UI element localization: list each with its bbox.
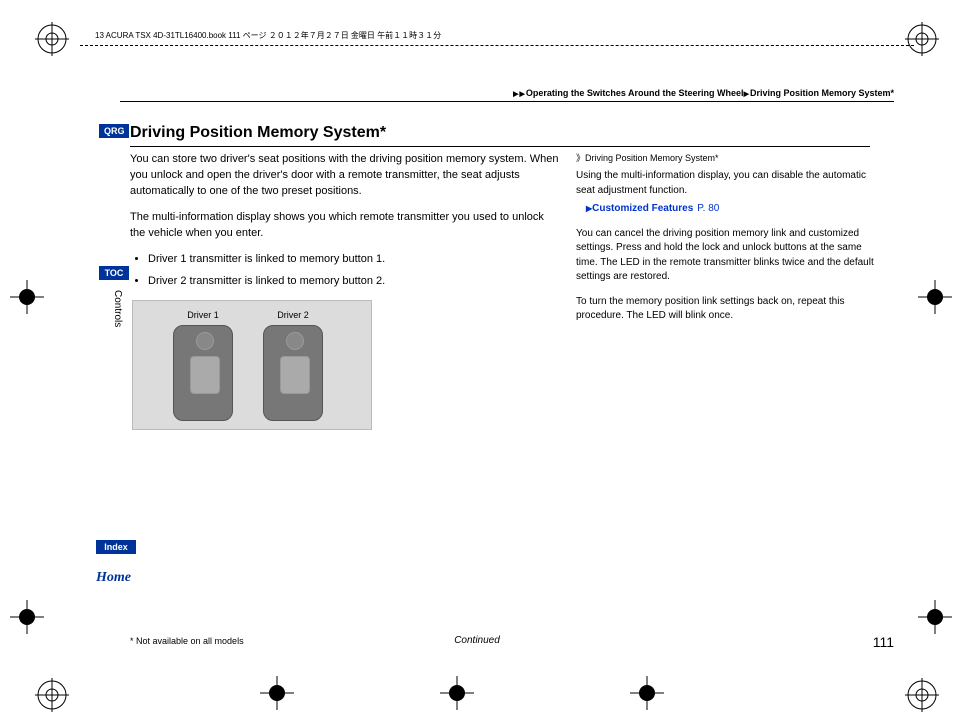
index-tab[interactable]: Index — [96, 540, 136, 554]
home-link[interactable]: Home — [96, 570, 131, 586]
key-fob-illustration: Driver 1 Driver 2 — [132, 300, 372, 430]
crop-mark-icon — [10, 600, 44, 634]
list-item: Driver 2 transmitter is linked to memory… — [148, 274, 560, 290]
reg-mark-icon — [35, 22, 69, 56]
reg-mark-icon — [35, 678, 69, 712]
link-page-ref: P. 80 — [697, 203, 719, 214]
sidebar-heading: Driving Position Memory System* — [576, 152, 876, 165]
key-fob-icon — [173, 325, 233, 421]
crop-mark-icon — [918, 280, 952, 314]
body-paragraph: The multi-information display shows you … — [130, 210, 560, 242]
fob-label-1: Driver 1 — [173, 309, 233, 322]
key-fob-icon — [263, 325, 323, 421]
continued-label: Continued — [0, 635, 954, 646]
list-item: Driver 1 transmitter is linked to memory… — [148, 252, 560, 268]
breadcrumb: Operating the Switches Around the Steeri… — [120, 88, 894, 102]
breadcrumb-part1: Operating the Switches Around the Steeri… — [526, 88, 744, 98]
customized-features-link[interactable]: Customized Features — [586, 203, 693, 214]
page-title: Driving Position Memory System* — [130, 124, 870, 147]
page-number: 111 — [873, 634, 894, 650]
sidebar-paragraph: Using the multi-information display, you… — [576, 169, 876, 198]
doc-header-line: 13 ACURA TSX 4D-31TL16400.book 111 ページ ２… — [95, 30, 924, 41]
section-side-tab: Controls — [112, 290, 123, 327]
main-content: You can store two driver's seat position… — [130, 152, 560, 430]
crop-mark-icon — [440, 676, 474, 710]
sidebar-notes: Driving Position Memory System* Using th… — [576, 152, 876, 334]
sidebar-paragraph: You can cancel the driving position memo… — [576, 227, 876, 285]
crop-mark-icon — [630, 676, 664, 710]
crop-mark-icon — [918, 600, 952, 634]
dash-line — [80, 45, 914, 46]
toc-tab[interactable]: TOC — [99, 266, 129, 280]
breadcrumb-part2: Driving Position Memory System* — [750, 88, 894, 98]
crop-mark-icon — [260, 676, 294, 710]
reg-mark-icon — [905, 678, 939, 712]
sidebar-paragraph: To turn the memory position link setting… — [576, 295, 876, 324]
crop-mark-icon — [10, 280, 44, 314]
fob-label-2: Driver 2 — [263, 309, 323, 322]
qrg-tab[interactable]: QRG — [99, 124, 129, 138]
body-paragraph: You can store two driver's seat position… — [130, 152, 560, 200]
